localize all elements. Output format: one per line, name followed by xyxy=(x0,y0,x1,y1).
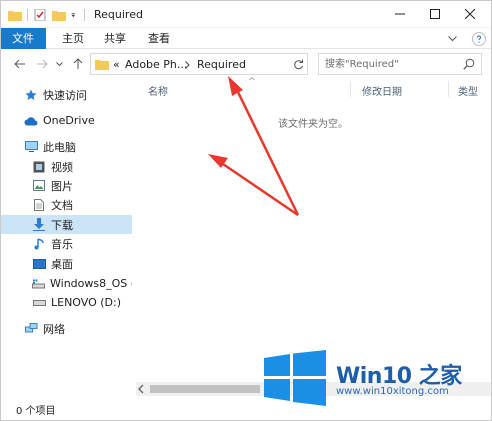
column-header-modified[interactable]: 修改日期 xyxy=(362,83,402,98)
nav-item-label: 图片 xyxy=(51,179,73,193)
recent-locations-button[interactable] xyxy=(54,57,64,71)
tab-file[interactable]: 文件 xyxy=(0,28,46,49)
scrollbar-thumb[interactable] xyxy=(150,385,260,393)
quick-access-toolbar xyxy=(8,7,85,23)
title-bar: Required xyxy=(0,0,492,28)
nav-item-videos[interactable]: 视频 xyxy=(0,157,132,176)
column-header-name[interactable]: 名称 xyxy=(148,83,168,98)
nav-item-drive-c[interactable]: Windows8_OS (C:) xyxy=(0,274,151,293)
nav-item-label: OneDrive xyxy=(43,114,95,127)
drive-c-icon xyxy=(32,277,45,291)
cloud-icon xyxy=(24,114,38,128)
toolbar-divider xyxy=(27,9,28,21)
minimize-icon xyxy=(395,13,405,15)
picture-icon xyxy=(32,179,46,193)
maximize-button[interactable] xyxy=(423,5,447,23)
download-icon xyxy=(32,218,46,232)
navigation-pane: 快速访问 OneDrive 此电脑 视频 图片 文档 下载 音乐 桌面 Wind… xyxy=(0,79,151,395)
back-button[interactable] xyxy=(12,57,28,71)
folder-icon xyxy=(8,11,22,21)
video-icon xyxy=(32,160,46,174)
scroll-left-icon[interactable] xyxy=(138,384,144,394)
arrow-right-icon xyxy=(37,59,48,69)
nav-item-label: 网络 xyxy=(43,322,65,336)
properties-icon[interactable] xyxy=(33,9,47,21)
nav-item-this-pc[interactable]: 此电脑 xyxy=(0,137,132,156)
nav-item-network[interactable]: 网络 xyxy=(0,319,132,338)
search-icon xyxy=(463,58,475,70)
breadcrumb-item-current[interactable]: Required xyxy=(197,58,246,71)
nav-item-onedrive[interactable]: OneDrive xyxy=(0,111,132,130)
sort-arrow-icon: ^ xyxy=(248,77,256,87)
nav-item-label: 此电脑 xyxy=(43,140,76,154)
watermark: Win10 之家 www.win10xitong.com xyxy=(262,346,488,408)
breadcrumb-separator-icon[interactable] xyxy=(185,61,190,69)
computer-icon xyxy=(24,140,38,154)
address-bar[interactable]: « Adobe Ph... Required xyxy=(90,53,353,75)
tab-home[interactable]: 主页 xyxy=(54,28,92,49)
nav-item-documents[interactable]: 文档 xyxy=(0,195,132,214)
nav-item-drive-d[interactable]: LENOVO (D:) xyxy=(0,293,132,312)
nav-item-downloads[interactable]: 下载 xyxy=(0,215,132,234)
minimize-button[interactable] xyxy=(388,5,412,23)
watermark-url: www.win10xitong.com xyxy=(336,386,449,397)
document-icon xyxy=(32,198,46,212)
nav-item-quick-access[interactable]: 快速访问 xyxy=(0,85,132,104)
toolbar-divider xyxy=(84,9,85,21)
ribbon-tabs: 文件 主页 共享 查看 xyxy=(0,28,492,49)
tab-view[interactable]: 查看 xyxy=(140,28,178,49)
nav-item-label: 文档 xyxy=(51,198,73,212)
search-input[interactable] xyxy=(325,57,455,71)
search-box[interactable] xyxy=(318,53,482,75)
chevron-down-icon xyxy=(447,35,457,41)
arrow-up-icon xyxy=(73,58,83,69)
column-divider[interactable] xyxy=(350,81,351,97)
file-list[interactable]: ^ 名称 修改日期 类型 该文件夹为空。 xyxy=(132,77,492,379)
drive-d-icon xyxy=(32,296,46,310)
close-button[interactable] xyxy=(458,5,482,23)
desktop-icon xyxy=(32,257,46,271)
nav-item-label: 桌面 xyxy=(51,257,73,271)
customize-toolbar-icon[interactable] xyxy=(71,9,79,21)
new-folder-icon[interactable] xyxy=(52,9,66,21)
nav-item-label: 音乐 xyxy=(51,237,73,251)
close-icon xyxy=(465,9,475,19)
music-icon xyxy=(32,237,46,251)
help-icon xyxy=(476,35,481,43)
refresh-button[interactable] xyxy=(290,57,306,71)
help-button[interactable] xyxy=(472,32,486,46)
empty-folder-message: 该文件夹为空。 xyxy=(278,119,348,130)
network-icon xyxy=(24,322,38,336)
up-button[interactable] xyxy=(70,57,86,71)
item-count: 0 个项目 xyxy=(16,406,56,417)
folder-icon xyxy=(95,60,109,70)
star-icon xyxy=(24,88,38,102)
nav-item-desktop[interactable]: 桌面 xyxy=(0,254,132,273)
column-divider[interactable] xyxy=(448,81,449,97)
breadcrumb-overflow[interactable]: « xyxy=(113,58,120,71)
address-toolbar: « Adobe Ph... Required xyxy=(0,49,492,79)
nav-item-label: 快速访问 xyxy=(43,88,87,102)
refresh-icon xyxy=(293,59,303,69)
nav-item-label: 视频 xyxy=(51,160,73,174)
forward-button[interactable] xyxy=(34,57,50,71)
nav-item-label: 下载 xyxy=(51,218,73,232)
column-header-type[interactable]: 类型 xyxy=(458,83,478,98)
tab-share[interactable]: 共享 xyxy=(96,28,134,49)
nav-item-music[interactable]: 音乐 xyxy=(0,234,132,253)
maximize-icon xyxy=(430,9,440,19)
nav-item-pictures[interactable]: 图片 xyxy=(0,176,132,195)
breadcrumb-item[interactable]: Adobe Ph... xyxy=(125,58,187,71)
window-title: Required xyxy=(94,8,143,21)
windows-logo-icon xyxy=(264,350,326,406)
collapse-ribbon-button[interactable] xyxy=(440,28,464,49)
chevron-down-icon xyxy=(55,61,63,66)
nav-item-label: LENOVO (D:) xyxy=(51,296,122,309)
arrow-left-icon xyxy=(14,59,25,69)
